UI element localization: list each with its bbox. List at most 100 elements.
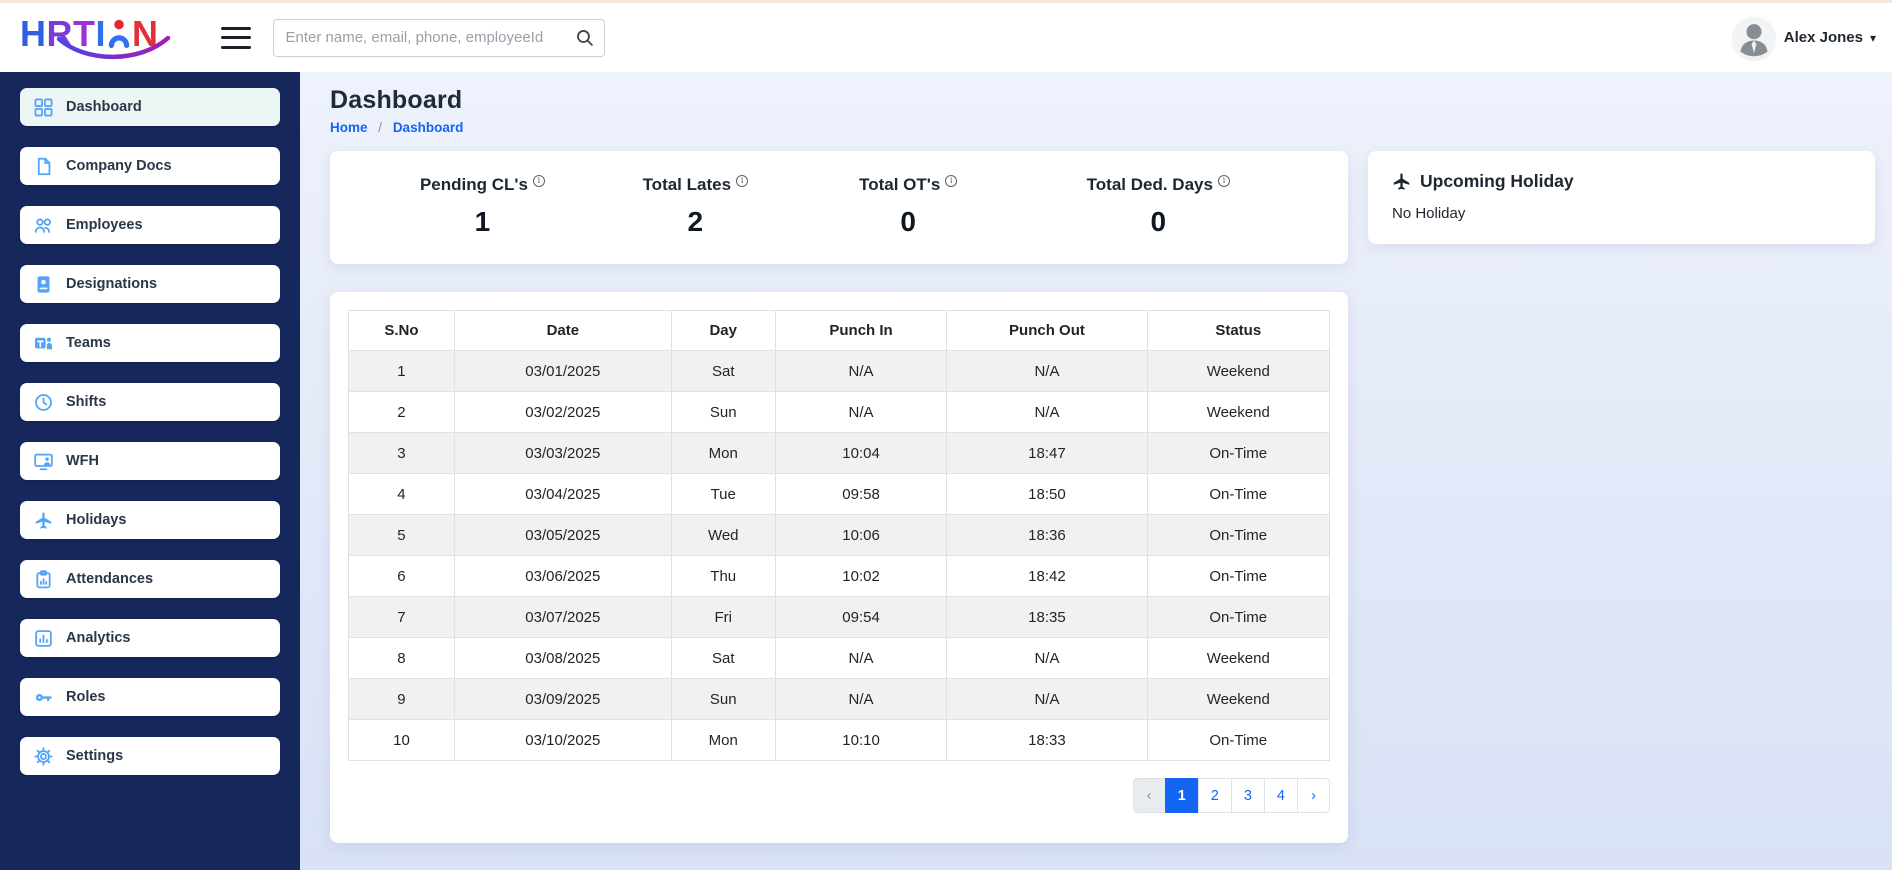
table-cell: 5 xyxy=(348,514,455,556)
pagination-page-4[interactable]: 4 xyxy=(1263,778,1298,813)
chevron-down-icon: ▾ xyxy=(1869,30,1876,45)
table-cell: 18:33 xyxy=(946,719,1148,761)
sidebar-item-roles[interactable]: Roles xyxy=(20,678,280,716)
page-title: Dashboard xyxy=(330,86,463,114)
stat-value: 0 xyxy=(900,206,916,237)
attendance-table: S.No Date Day Punch In Punch Out Status 1 03/0… xyxy=(348,310,1330,761)
menu-icon[interactable] xyxy=(220,26,251,49)
sidebar-item-wfh[interactable]: WFH xyxy=(20,442,280,480)
sidebar-item-label: Shifts xyxy=(66,394,107,410)
sidebar-item-company-docs[interactable]: Company Docs xyxy=(20,147,280,185)
sidebar-item-teams[interactable]: Teams xyxy=(20,324,280,362)
table-cell: Sat xyxy=(670,637,776,679)
table-cell: On-Time xyxy=(1146,514,1330,556)
table-cell: Weekend xyxy=(1146,678,1330,720)
sidebar-item-label: Company Docs xyxy=(66,158,172,174)
users-icon xyxy=(34,216,53,235)
teams-icon xyxy=(34,334,53,353)
table-cell: 18:50 xyxy=(946,473,1148,515)
info-icon[interactable] xyxy=(1217,175,1230,187)
sidebar-item-shifts[interactable]: Shifts xyxy=(20,383,280,421)
table-cell: 10 xyxy=(348,719,455,761)
table-cell: N/A xyxy=(774,391,948,433)
holiday-card-title: Upcoming Holiday xyxy=(1420,171,1574,191)
sidebar-item-label: Teams xyxy=(66,335,111,351)
search-icon[interactable] xyxy=(575,28,594,47)
table-row: 4 03/04/2025 Tue 09:58 18:50 On-Time xyxy=(348,473,1330,515)
search-input[interactable] xyxy=(285,29,575,46)
table-cell: 09:58 xyxy=(774,473,948,515)
logo-letter: T xyxy=(73,12,96,54)
table-cell: Weekend xyxy=(1146,637,1330,679)
table-cell: 03/03/2025 xyxy=(453,432,672,474)
stat-label: Total Lates xyxy=(589,175,802,195)
sidebar-item-analytics[interactable]: Analytics xyxy=(20,619,280,657)
info-icon[interactable] xyxy=(736,175,749,187)
sidebar-item-designations[interactable]: Designations xyxy=(20,265,280,303)
logo-letter: I xyxy=(95,12,107,54)
table-cell: 03/05/2025 xyxy=(453,514,672,556)
sidebar-item-label: Holidays xyxy=(66,512,127,528)
badge-icon xyxy=(34,275,53,294)
table-cell: N/A xyxy=(946,637,1148,679)
table-row: 8 03/08/2025 Sat N/A N/A Weekend xyxy=(348,637,1330,679)
pagination-next-button[interactable]: › xyxy=(1297,778,1330,813)
table-cell: 1 xyxy=(348,350,455,392)
table-row: 5 03/05/2025 Wed 10:06 18:36 On-Time xyxy=(348,514,1330,556)
table-row: 2 03/02/2025 Sun N/A N/A Weekend xyxy=(348,391,1330,433)
table-cell: 09:54 xyxy=(774,596,948,638)
column-header-s-no: S.No xyxy=(348,310,455,351)
stat-label: Total OT's xyxy=(802,175,1015,195)
app-logo: H R T I N xyxy=(20,12,171,64)
column-header-day: Day xyxy=(670,310,776,351)
avatar-person-icon xyxy=(1740,23,1768,56)
table-cell: 10:10 xyxy=(774,719,948,761)
table-cell: Tue xyxy=(670,473,776,515)
table-cell: 03/02/2025 xyxy=(453,391,672,433)
sidebar-item-employees[interactable]: Employees xyxy=(20,206,280,244)
table-cell: 10:02 xyxy=(774,555,948,597)
breadcrumb-home-link[interactable]: Home xyxy=(330,120,368,135)
table-row: 7 03/07/2025 Fri 09:54 18:35 On-Time xyxy=(348,596,1330,638)
avatar[interactable] xyxy=(1732,16,1775,59)
table-cell: Weekend xyxy=(1146,350,1330,392)
column-header-status: Status xyxy=(1146,310,1330,351)
info-icon[interactable] xyxy=(532,175,545,187)
breadcrumb-current-link[interactable]: Dashboard xyxy=(393,120,464,135)
pagination-prev-button[interactable]: ‹ xyxy=(1132,778,1166,813)
bar-chart-icon xyxy=(34,629,53,648)
table-cell: On-Time xyxy=(1146,555,1330,597)
table-cell: 3 xyxy=(348,432,455,474)
table-cell: Thu xyxy=(670,555,776,597)
stat-value: 1 xyxy=(474,206,491,237)
pagination-page-1[interactable]: 1 xyxy=(1164,778,1199,813)
user-menu[interactable]: Alex Jones ▾ xyxy=(1732,16,1876,59)
table-cell: 03/04/2025 xyxy=(453,473,672,515)
table-row: 9 03/09/2025 Sun N/A N/A Weekend xyxy=(348,678,1330,720)
table-cell: 8 xyxy=(348,637,455,679)
holiday-message: No Holiday xyxy=(1392,205,1466,222)
logo-letter: R xyxy=(46,12,73,54)
search-box xyxy=(272,18,605,57)
sidebar-item-attendances[interactable]: Attendances xyxy=(20,560,280,598)
pagination-page-3[interactable]: 3 xyxy=(1230,778,1265,813)
table-cell: 03/08/2025 xyxy=(453,637,672,679)
sidebar-item-settings[interactable]: Settings xyxy=(20,737,280,775)
table-cell: 4 xyxy=(348,473,455,515)
stat-value: 0 xyxy=(1150,206,1167,237)
sidebar: Dashboard Company Docs Employees Designa… xyxy=(0,72,300,870)
monitor-user-icon xyxy=(34,452,53,471)
table-header-row: S.No Date Day Punch In Punch Out Status xyxy=(348,310,1330,351)
sidebar-item-dashboard[interactable]: Dashboard xyxy=(20,88,280,126)
table-cell: 03/07/2025 xyxy=(453,596,672,638)
plane-icon xyxy=(34,511,53,530)
pagination: ‹ 1234 › xyxy=(348,778,1330,813)
info-icon[interactable] xyxy=(945,175,958,187)
breadcrumb-separator: / xyxy=(378,120,383,135)
main-content: Dashboard Home / Dashboard Pending CL's … xyxy=(300,72,1892,870)
pagination-page-2[interactable]: 2 xyxy=(1197,778,1232,813)
stat-value: 2 xyxy=(687,206,704,237)
grid-icon xyxy=(34,98,53,117)
sidebar-item-holidays[interactable]: Holidays xyxy=(20,501,280,539)
table-row: 1 03/01/2025 Sat N/A N/A Weekend xyxy=(348,350,1330,392)
